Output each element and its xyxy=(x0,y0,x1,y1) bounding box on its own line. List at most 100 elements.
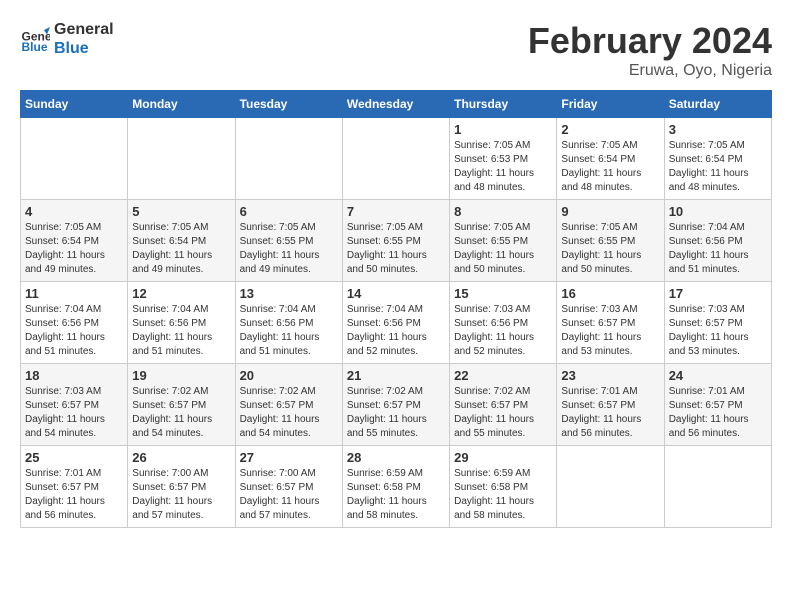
day-number: 14 xyxy=(347,286,445,301)
day-number: 8 xyxy=(454,204,552,219)
day-info: Sunrise: 7:01 AM Sunset: 6:57 PM Dayligh… xyxy=(669,385,767,441)
calendar-cell: 8 Sunrise: 7:05 AM Sunset: 6:55 PM Daylig… xyxy=(450,200,557,282)
weekday-header-saturday: Saturday xyxy=(664,91,771,118)
logo-line2: Blue xyxy=(54,39,114,58)
day-number: 19 xyxy=(132,368,230,383)
calendar-cell: 12 Sunrise: 7:04 AM Sunset: 6:56 PM Dayli… xyxy=(128,282,235,364)
day-number: 5 xyxy=(132,204,230,219)
calendar-cell: 2 Sunrise: 7:05 AM Sunset: 6:54 PM Daylig… xyxy=(557,118,664,200)
day-info: Sunrise: 7:05 AM Sunset: 6:55 PM Dayligh… xyxy=(561,221,659,277)
day-info: Sunrise: 7:05 AM Sunset: 6:55 PM Dayligh… xyxy=(347,221,445,277)
day-info: Sunrise: 7:04 AM Sunset: 6:56 PM Dayligh… xyxy=(347,303,445,359)
day-number: 16 xyxy=(561,286,659,301)
calendar-cell: 17 Sunrise: 7:03 AM Sunset: 6:57 PM Dayli… xyxy=(664,282,771,364)
day-info: Sunrise: 7:05 AM Sunset: 6:55 PM Dayligh… xyxy=(454,221,552,277)
calendar-cell: 10 Sunrise: 7:04 AM Sunset: 6:56 PM Dayli… xyxy=(664,200,771,282)
weekday-header-monday: Monday xyxy=(128,91,235,118)
day-number: 9 xyxy=(561,204,659,219)
day-info: Sunrise: 7:01 AM Sunset: 6:57 PM Dayligh… xyxy=(561,385,659,441)
calendar-cell: 15 Sunrise: 7:03 AM Sunset: 6:56 PM Dayli… xyxy=(450,282,557,364)
calendar-cell: 21 Sunrise: 7:02 AM Sunset: 6:57 PM Dayli… xyxy=(342,364,449,446)
calendar-cell xyxy=(128,118,235,200)
weekday-header-thursday: Thursday xyxy=(450,91,557,118)
weekday-header-sunday: Sunday xyxy=(21,91,128,118)
logo-line1: General xyxy=(54,20,114,39)
calendar-cell: 7Sunrise: 7:05 AM Sunset: 6:55 PM Daylig… xyxy=(342,200,449,282)
day-info: Sunrise: 7:00 AM Sunset: 6:57 PM Dayligh… xyxy=(240,467,338,523)
calendar-cell: 25 Sunrise: 7:01 AM Sunset: 6:57 PM Dayli… xyxy=(21,446,128,528)
weekday-header-tuesday: Tuesday xyxy=(235,91,342,118)
day-info: Sunrise: 7:05 AM Sunset: 6:54 PM Dayligh… xyxy=(25,221,123,277)
calendar-cell: 19 Sunrise: 7:02 AM Sunset: 6:57 PM Dayli… xyxy=(128,364,235,446)
day-info: Sunrise: 7:03 AM Sunset: 6:57 PM Dayligh… xyxy=(25,385,123,441)
week-row-2: 4 Sunrise: 7:05 AM Sunset: 6:54 PM Daylig… xyxy=(21,200,772,282)
day-info: Sunrise: 7:05 AM Sunset: 6:55 PM Dayligh… xyxy=(240,221,338,277)
day-number: 15 xyxy=(454,286,552,301)
day-info: Sunrise: 7:05 AM Sunset: 6:53 PM Dayligh… xyxy=(454,139,552,195)
day-number: 24 xyxy=(669,368,767,383)
calendar-cell: 5 Sunrise: 7:05 AM Sunset: 6:54 PM Daylig… xyxy=(128,200,235,282)
weekday-header-wednesday: Wednesday xyxy=(342,91,449,118)
day-number: 25 xyxy=(25,450,123,465)
day-number: 21 xyxy=(347,368,445,383)
calendar-cell xyxy=(557,446,664,528)
title-area: February 2024 Eruwa, Oyo, Nigeria xyxy=(528,20,772,80)
location-subtitle: Eruwa, Oyo, Nigeria xyxy=(528,62,772,80)
day-info: Sunrise: 7:02 AM Sunset: 6:57 PM Dayligh… xyxy=(240,385,338,441)
calendar-cell: 11Sunrise: 7:04 AM Sunset: 6:56 PM Dayli… xyxy=(21,282,128,364)
calendar-cell: 18Sunrise: 7:03 AM Sunset: 6:57 PM Dayli… xyxy=(21,364,128,446)
week-row-3: 11Sunrise: 7:04 AM Sunset: 6:56 PM Dayli… xyxy=(21,282,772,364)
day-number: 27 xyxy=(240,450,338,465)
day-info: Sunrise: 7:04 AM Sunset: 6:56 PM Dayligh… xyxy=(669,221,767,277)
day-number: 6 xyxy=(240,204,338,219)
calendar-cell: 28 Sunrise: 6:59 AM Sunset: 6:58 PM Dayli… xyxy=(342,446,449,528)
week-row-1: 1Sunrise: 7:05 AM Sunset: 6:53 PM Daylig… xyxy=(21,118,772,200)
calendar-table: SundayMondayTuesdayWednesdayThursdayFrid… xyxy=(20,90,772,528)
day-info: Sunrise: 7:02 AM Sunset: 6:57 PM Dayligh… xyxy=(454,385,552,441)
day-info: Sunrise: 7:02 AM Sunset: 6:57 PM Dayligh… xyxy=(347,385,445,441)
day-number: 22 xyxy=(454,368,552,383)
day-number: 29 xyxy=(454,450,552,465)
day-info: Sunrise: 6:59 AM Sunset: 6:58 PM Dayligh… xyxy=(347,467,445,523)
day-number: 26 xyxy=(132,450,230,465)
week-row-5: 25 Sunrise: 7:01 AM Sunset: 6:57 PM Dayli… xyxy=(21,446,772,528)
calendar-cell: 27 Sunrise: 7:00 AM Sunset: 6:57 PM Dayli… xyxy=(235,446,342,528)
calendar-cell xyxy=(21,118,128,200)
weekday-header-row: SundayMondayTuesdayWednesdayThursdayFrid… xyxy=(21,91,772,118)
calendar-cell: 14 Sunrise: 7:04 AM Sunset: 6:56 PM Dayli… xyxy=(342,282,449,364)
calendar-cell: 20 Sunrise: 7:02 AM Sunset: 6:57 PM Dayli… xyxy=(235,364,342,446)
day-info: Sunrise: 7:02 AM Sunset: 6:57 PM Dayligh… xyxy=(132,385,230,441)
day-info: Sunrise: 7:04 AM Sunset: 6:56 PM Dayligh… xyxy=(240,303,338,359)
calendar-cell: 13 Sunrise: 7:04 AM Sunset: 6:56 PM Dayli… xyxy=(235,282,342,364)
day-number: 17 xyxy=(669,286,767,301)
calendar-cell: 29 Sunrise: 6:59 AM Sunset: 6:58 PM Dayli… xyxy=(450,446,557,528)
day-info: Sunrise: 7:04 AM Sunset: 6:56 PM Dayligh… xyxy=(132,303,230,359)
day-info: Sunrise: 7:05 AM Sunset: 6:54 PM Dayligh… xyxy=(669,139,767,195)
logo-icon: General Blue xyxy=(20,24,50,54)
svg-text:Blue: Blue xyxy=(22,40,48,54)
day-info: Sunrise: 7:04 AM Sunset: 6:56 PM Dayligh… xyxy=(25,303,123,359)
day-number: 20 xyxy=(240,368,338,383)
day-number: 4 xyxy=(25,204,123,219)
calendar-cell: 22 Sunrise: 7:02 AM Sunset: 6:57 PM Dayli… xyxy=(450,364,557,446)
calendar-cell xyxy=(664,446,771,528)
day-number: 23 xyxy=(561,368,659,383)
calendar-cell: 1Sunrise: 7:05 AM Sunset: 6:53 PM Daylig… xyxy=(450,118,557,200)
calendar-cell: 3Sunrise: 7:05 AM Sunset: 6:54 PM Daylig… xyxy=(664,118,771,200)
day-number: 12 xyxy=(132,286,230,301)
day-info: Sunrise: 6:59 AM Sunset: 6:58 PM Dayligh… xyxy=(454,467,552,523)
day-info: Sunrise: 7:01 AM Sunset: 6:57 PM Dayligh… xyxy=(25,467,123,523)
day-info: Sunrise: 7:03 AM Sunset: 6:57 PM Dayligh… xyxy=(669,303,767,359)
day-info: Sunrise: 7:05 AM Sunset: 6:54 PM Dayligh… xyxy=(561,139,659,195)
day-number: 28 xyxy=(347,450,445,465)
calendar-cell xyxy=(342,118,449,200)
logo: General Blue General Blue xyxy=(20,20,114,58)
calendar-cell: 24 Sunrise: 7:01 AM Sunset: 6:57 PM Dayli… xyxy=(664,364,771,446)
day-number: 2 xyxy=(561,122,659,137)
day-number: 10 xyxy=(669,204,767,219)
day-number: 13 xyxy=(240,286,338,301)
calendar-cell: 9 Sunrise: 7:05 AM Sunset: 6:55 PM Daylig… xyxy=(557,200,664,282)
day-info: Sunrise: 7:05 AM Sunset: 6:54 PM Dayligh… xyxy=(132,221,230,277)
day-info: Sunrise: 7:03 AM Sunset: 6:56 PM Dayligh… xyxy=(454,303,552,359)
weekday-header-friday: Friday xyxy=(557,91,664,118)
